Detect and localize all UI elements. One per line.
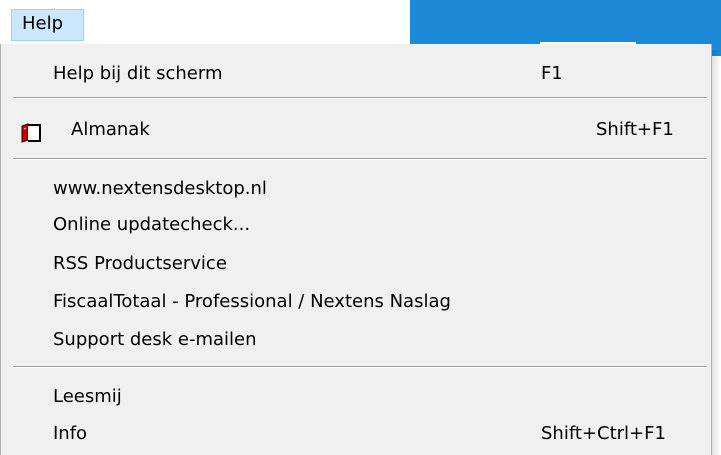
menu-item-support-desk-email[interactable]: Support desk e-mailen xyxy=(1,322,711,358)
menu-item-label: Help bij dit scherm xyxy=(53,63,223,84)
menu-item-label: Almanak xyxy=(71,119,150,140)
menu-item-online-updatecheck[interactable]: Online updatecheck... xyxy=(1,207,711,243)
book-icon xyxy=(19,120,43,143)
menu-item-label: Info xyxy=(53,423,88,444)
menu-item-label: RSS Productservice xyxy=(53,253,227,274)
menu-item-label: Support desk e-mailen xyxy=(53,329,257,350)
menu-item-label: FiscaalTotaal - Professional / Nextens N… xyxy=(53,291,451,312)
menu-item-nextensdesktop-link[interactable]: www.nextensdesktop.nl xyxy=(1,171,711,207)
menu-item-label: Online updatecheck... xyxy=(53,214,251,235)
menu-item-label: Leesmij xyxy=(53,386,122,407)
menu-item-help-bij-dit-scherm[interactable]: Help bij dit scherm F1 xyxy=(1,56,711,92)
menu-separator xyxy=(13,97,707,99)
menu-separator xyxy=(13,158,707,160)
menu-item-shortcut: Shift+Ctrl+F1 xyxy=(541,423,666,444)
menu-item-label: www.nextensdesktop.nl xyxy=(53,178,267,199)
menu-shadow xyxy=(712,50,721,455)
help-menu-title[interactable]: Help xyxy=(11,9,84,41)
help-dropdown-menu: Help bij dit scherm F1 Almanak Shift+F1 … xyxy=(0,44,712,455)
menu-item-shortcut: F1 xyxy=(541,63,563,84)
menu-item-info[interactable]: Info Shift+Ctrl+F1 xyxy=(1,416,711,452)
menu-item-shortcut: Shift+F1 xyxy=(596,119,674,140)
menu-separator xyxy=(13,366,707,368)
menu-item-rss-productservice[interactable]: RSS Productservice xyxy=(1,246,711,282)
menu-item-almanak[interactable]: Almanak Shift+F1 xyxy=(1,112,711,148)
menu-item-fiscaaltotaal[interactable]: FiscaalTotaal - Professional / Nextens N… xyxy=(1,284,711,320)
menu-item-leesmij[interactable]: Leesmij xyxy=(1,379,711,415)
